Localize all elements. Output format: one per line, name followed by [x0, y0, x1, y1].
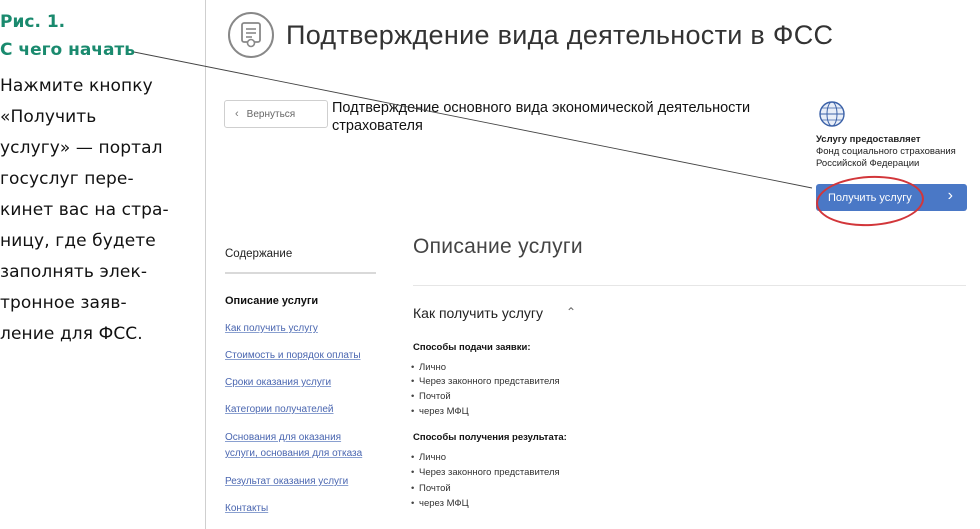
- provider-name-line1: Фонд социального страхования: [816, 146, 956, 157]
- get-service-button[interactable]: Получить услугу ›: [816, 184, 967, 211]
- toc-link-grounds[interactable]: Основания для оказания услуги, основания…: [225, 430, 375, 462]
- figure-description: Нажмите кнопку «Получить услугу» — порта…: [0, 71, 196, 350]
- caption-line: кинет вас на стра-: [0, 200, 169, 220]
- get-service-label: Получить услугу: [828, 191, 912, 204]
- list-item: Через законного представителя: [411, 466, 560, 480]
- certificate-icon: [228, 12, 274, 58]
- chevron-right-icon: ›: [947, 187, 953, 204]
- list-item: Почтой: [411, 390, 451, 404]
- section-divider: [413, 285, 966, 286]
- figure-number: Рис. 1.: [0, 12, 66, 32]
- chevron-up-icon[interactable]: ⌃: [566, 305, 576, 319]
- caption-line: «Получить: [0, 107, 97, 127]
- caption-line: заполнять элек-: [0, 262, 148, 282]
- caption-line: Нажмите кнопку: [0, 76, 153, 96]
- fss-logo-icon: [819, 101, 845, 127]
- result-methods-heading: Способы получения результата:: [413, 432, 567, 443]
- chevron-left-icon: ‹: [235, 108, 239, 120]
- list-item: через МФЦ: [411, 497, 469, 511]
- provider-label: Услугу предоставляет: [816, 134, 921, 145]
- page-title: Подтверждение вида деятельности в ФСС: [286, 20, 834, 50]
- how-to-get-accordion[interactable]: Как получить услугу: [413, 305, 543, 321]
- list-item: через МФЦ: [411, 405, 469, 419]
- caption-line: ницу, где будете: [0, 231, 156, 251]
- figure-title: С чего начать: [0, 40, 136, 60]
- list-item: Через законного представителя: [411, 375, 560, 389]
- toc-link-contacts[interactable]: Контакты: [225, 501, 385, 517]
- list-item: Лично: [411, 361, 446, 375]
- caption-line: госуслуг пере-: [0, 169, 134, 189]
- toc-link-how-to-get[interactable]: Как получить услугу: [225, 321, 385, 337]
- toc-heading: Содержание: [225, 248, 293, 260]
- toc-link-terms[interactable]: Сроки оказания услуги: [225, 375, 385, 391]
- provider-name-line2: Российской Федерации: [816, 158, 920, 169]
- service-provider: Услугу предоставляет Фонд социального ст…: [816, 134, 976, 170]
- list-item: Почтой: [411, 482, 451, 496]
- toc-item-current: Описание услуги: [225, 295, 319, 307]
- toc-link-result[interactable]: Результат оказания услуги: [225, 474, 385, 490]
- section-title: Описание услуги: [413, 235, 583, 258]
- gosuslugi-page: Подтверждение вида деятельности в ФСС ‹ …: [205, 0, 980, 529]
- caption-line: тронное заяв-: [0, 293, 127, 313]
- back-button[interactable]: ‹ Вернуться: [224, 100, 328, 128]
- caption-line: ление для ФСС.: [0, 324, 143, 344]
- list-item: Лично: [411, 451, 446, 465]
- toc-divider: [225, 272, 376, 274]
- figure-caption: Рис. 1. С чего начать Нажмите кнопку «По…: [0, 8, 196, 350]
- toc-link-categories[interactable]: Категории получателей: [225, 402, 385, 418]
- toc-link-cost[interactable]: Стоимость и порядок оплаты: [225, 348, 385, 364]
- service-subtitle: Подтверждение основного вида экономическ…: [332, 100, 751, 134]
- apply-methods-heading: Способы подачи заявки:: [413, 342, 531, 353]
- back-button-label: Вернуться: [246, 108, 296, 120]
- caption-line: услугу» — портал: [0, 138, 163, 158]
